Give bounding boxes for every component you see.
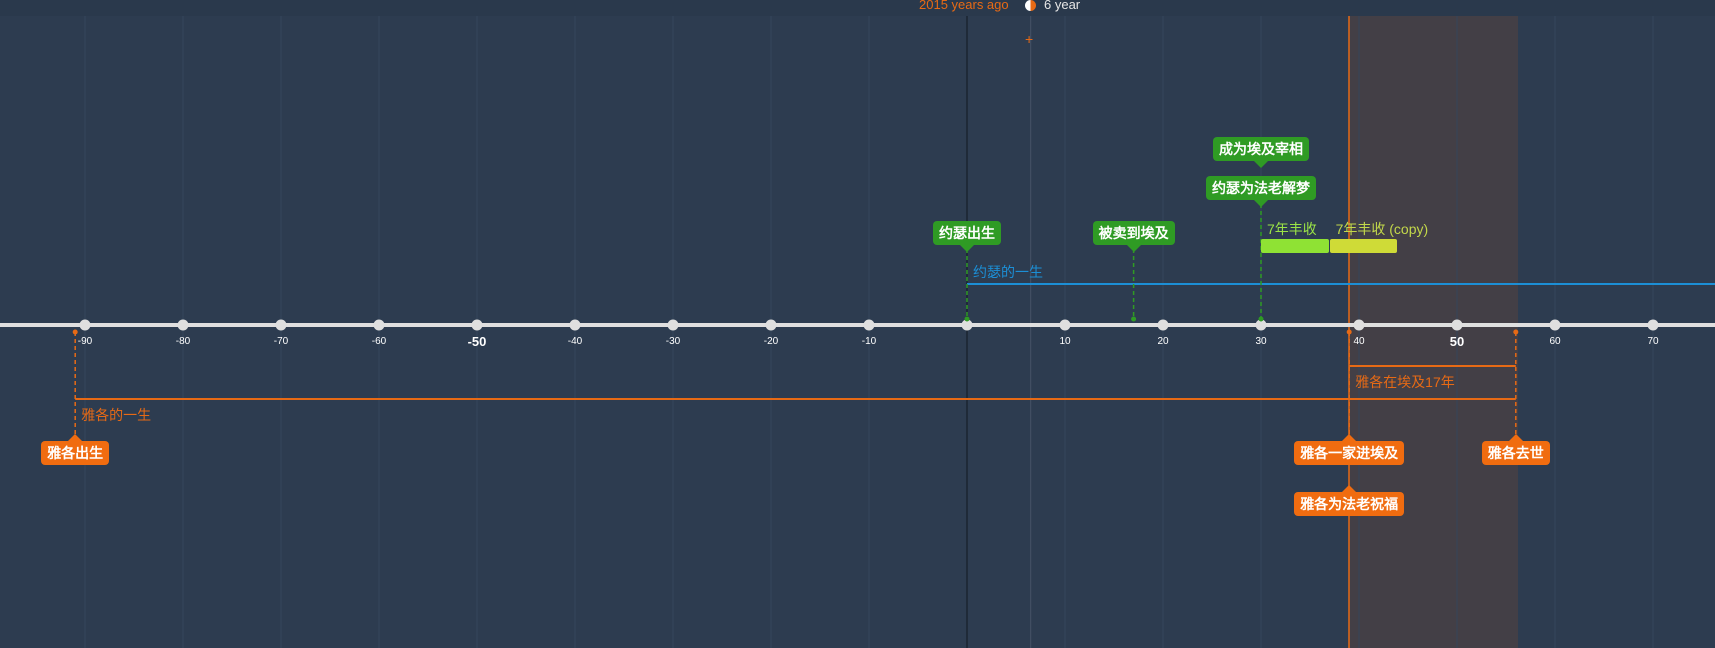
duration-bar[interactable] xyxy=(1261,239,1329,253)
axis-tick-label: 60 xyxy=(1549,336,1561,347)
axis-tick-dot[interactable] xyxy=(667,319,679,331)
axis-tick-dot[interactable] xyxy=(275,319,287,331)
axis-tick-dot[interactable] xyxy=(1157,319,1169,331)
axis-tick-label: -10 xyxy=(862,336,877,347)
event-badge[interactable]: 成为埃及宰相 xyxy=(1213,137,1309,168)
axis-tick-label: 20 xyxy=(1157,336,1169,347)
event-anchor-dot xyxy=(1513,329,1519,335)
event-badge[interactable]: 被卖到埃及 xyxy=(1092,221,1175,252)
add-event-plus-icon[interactable]: + xyxy=(1025,31,1033,47)
axis-tick-label: 40 xyxy=(1353,336,1365,347)
axis-tick-dot[interactable] xyxy=(863,319,875,331)
badge-pointer xyxy=(1126,245,1141,252)
current-time-duration: 6 year xyxy=(1044,0,1081,12)
axis-tick-label: -30 xyxy=(666,336,681,347)
event-anchor-dot xyxy=(1346,329,1352,335)
axis-tick-dot[interactable] xyxy=(1451,319,1463,331)
axis-tick-label: 10 xyxy=(1059,336,1071,347)
axis-tick-label: 70 xyxy=(1647,336,1659,347)
duration-bar[interactable] xyxy=(1329,239,1398,253)
axis-tick-label: -60 xyxy=(372,336,387,347)
axis-tick-dot[interactable] xyxy=(765,319,777,331)
period-label[interactable]: 雅各在埃及17年 xyxy=(1355,372,1455,392)
axis-tick-label: 30 xyxy=(1255,336,1267,347)
axis-tick-dot[interactable] xyxy=(1059,319,1071,331)
event-anchor-dot xyxy=(1258,316,1264,322)
event-anchor-dot xyxy=(964,316,970,322)
current-time-marker-icon[interactable] xyxy=(1025,0,1036,11)
event-badge[interactable]: 雅各去世 xyxy=(1481,434,1550,465)
badge-pointer xyxy=(1254,161,1268,168)
badge-pointer xyxy=(1508,434,1523,441)
event-badge[interactable]: 雅各为法老祝福 xyxy=(1294,485,1405,516)
badge-pointer xyxy=(1342,485,1357,492)
axis-tick-label: -90 xyxy=(78,336,93,347)
axis-tick-label: -80 xyxy=(176,336,191,347)
axis-tick-dot[interactable] xyxy=(569,319,581,331)
axis-tick-dot[interactable] xyxy=(79,319,91,331)
axis-tick-dot[interactable] xyxy=(373,319,385,331)
axis-tick-dot[interactable] xyxy=(1549,319,1561,331)
axis-tick-label: -70 xyxy=(274,336,289,347)
period-label[interactable]: 约瑟的一生 xyxy=(973,262,1043,282)
axis-tick-label: -50 xyxy=(468,334,487,349)
event-anchor-dot xyxy=(1131,316,1137,322)
event-badge[interactable]: 约瑟为法老解梦 xyxy=(1206,176,1316,207)
axis-tick-dot[interactable] xyxy=(471,319,483,331)
axis-tick-label: -40 xyxy=(568,336,583,347)
event-badge[interactable]: 雅各出生 xyxy=(41,434,110,465)
axis-tick-label: -20 xyxy=(764,336,779,347)
event-anchor-dot xyxy=(72,329,78,335)
duration-bar-label[interactable]: 7年丰收 (copy) xyxy=(1336,219,1429,239)
axis-tick-dot[interactable] xyxy=(1353,319,1365,331)
badge-pointer xyxy=(1342,434,1357,441)
axis-tick-label: 50 xyxy=(1450,334,1464,349)
timeline-lines: -100-90-80-70-60-50-40-30-20-10102030405… xyxy=(0,16,1715,648)
event-badge[interactable]: 约瑟出生 xyxy=(933,221,1001,252)
current-time-ago: 2015 years ago xyxy=(919,0,1009,12)
period-label[interactable]: 雅各的一生 xyxy=(81,405,151,425)
axis-tick-dot[interactable] xyxy=(1647,319,1659,331)
badge-pointer xyxy=(1254,200,1268,207)
badge-pointer xyxy=(960,245,974,252)
axis-tick-dot[interactable] xyxy=(177,319,189,331)
timeline-canvas[interactable]: -100-90-80-70-60-50-40-30-20-10102030405… xyxy=(0,0,1715,648)
event-badge[interactable]: 雅各一家进埃及 xyxy=(1294,434,1405,465)
badge-pointer xyxy=(68,434,83,441)
duration-bar-label[interactable]: 7年丰收 xyxy=(1267,219,1317,239)
